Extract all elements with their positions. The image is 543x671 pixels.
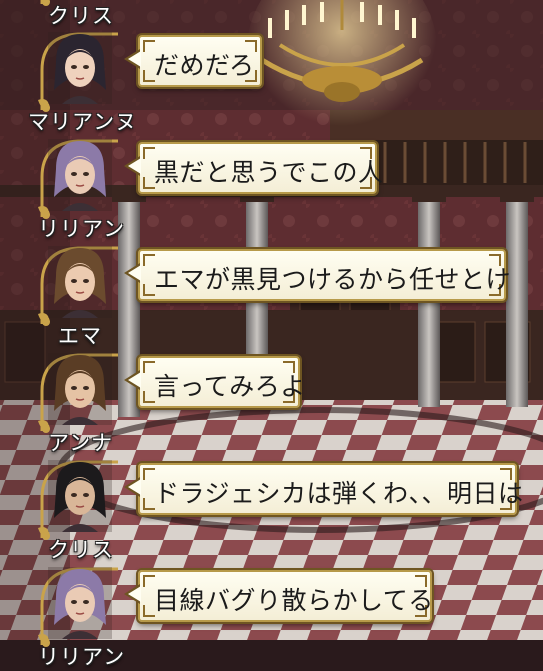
portrait — [48, 246, 112, 318]
portrait — [48, 567, 112, 639]
chat-message: マリアンヌ だめだろ — [0, 24, 543, 134]
message-bubble[interactable]: 黒だと思うでこの人 — [124, 142, 383, 194]
message-text: 言ってみろよ — [154, 372, 306, 401]
chat-message: アンナ 言ってみろよ — [0, 345, 543, 455]
message-bubble[interactable]: 目線バグり散らかしてる — [124, 570, 434, 622]
chat-message: クリスだめだろ — [0, 0, 543, 28]
message-text: ドラジェシカは弾くわ、、明日は — [154, 479, 524, 508]
chat-message: クリス ドラジェシカは弾くわ、、明日は — [0, 452, 543, 562]
speaker-name: リリアン — [38, 645, 126, 669]
portrait — [48, 139, 112, 211]
message-bubble[interactable]: ドラジェシカは弾くわ、、明日は — [124, 463, 523, 515]
message-bubble[interactable]: 言ってみろよ — [124, 356, 305, 408]
portrait — [48, 353, 112, 425]
message-text: だめだろ — [154, 51, 255, 80]
message-text: 目線バグり散らかしてる — [154, 586, 434, 615]
message-text: エマが黒見つけるから任せとけ — [154, 265, 512, 294]
message-bubble[interactable]: エマが黒見つけるから任せとけ — [124, 249, 511, 301]
portrait — [48, 460, 112, 532]
chat-message: エマ エマが黒見つけるから任せとけ — [0, 238, 543, 348]
message-bubble[interactable]: だめだろ — [124, 35, 262, 87]
message-text: 黒だと思うでこの人 — [154, 158, 384, 187]
chat-log[interactable]: クリスだめだろマリアンヌだめだろリリアン黒だと思うでこの人エマエマが黒見つけるか… — [0, 0, 543, 669]
portrait — [48, 32, 112, 104]
chat-message: リリアン 黒だと思うでこの人 — [0, 131, 543, 241]
chat-message: リリアン 目線バグり散らかしてる — [0, 559, 543, 669]
